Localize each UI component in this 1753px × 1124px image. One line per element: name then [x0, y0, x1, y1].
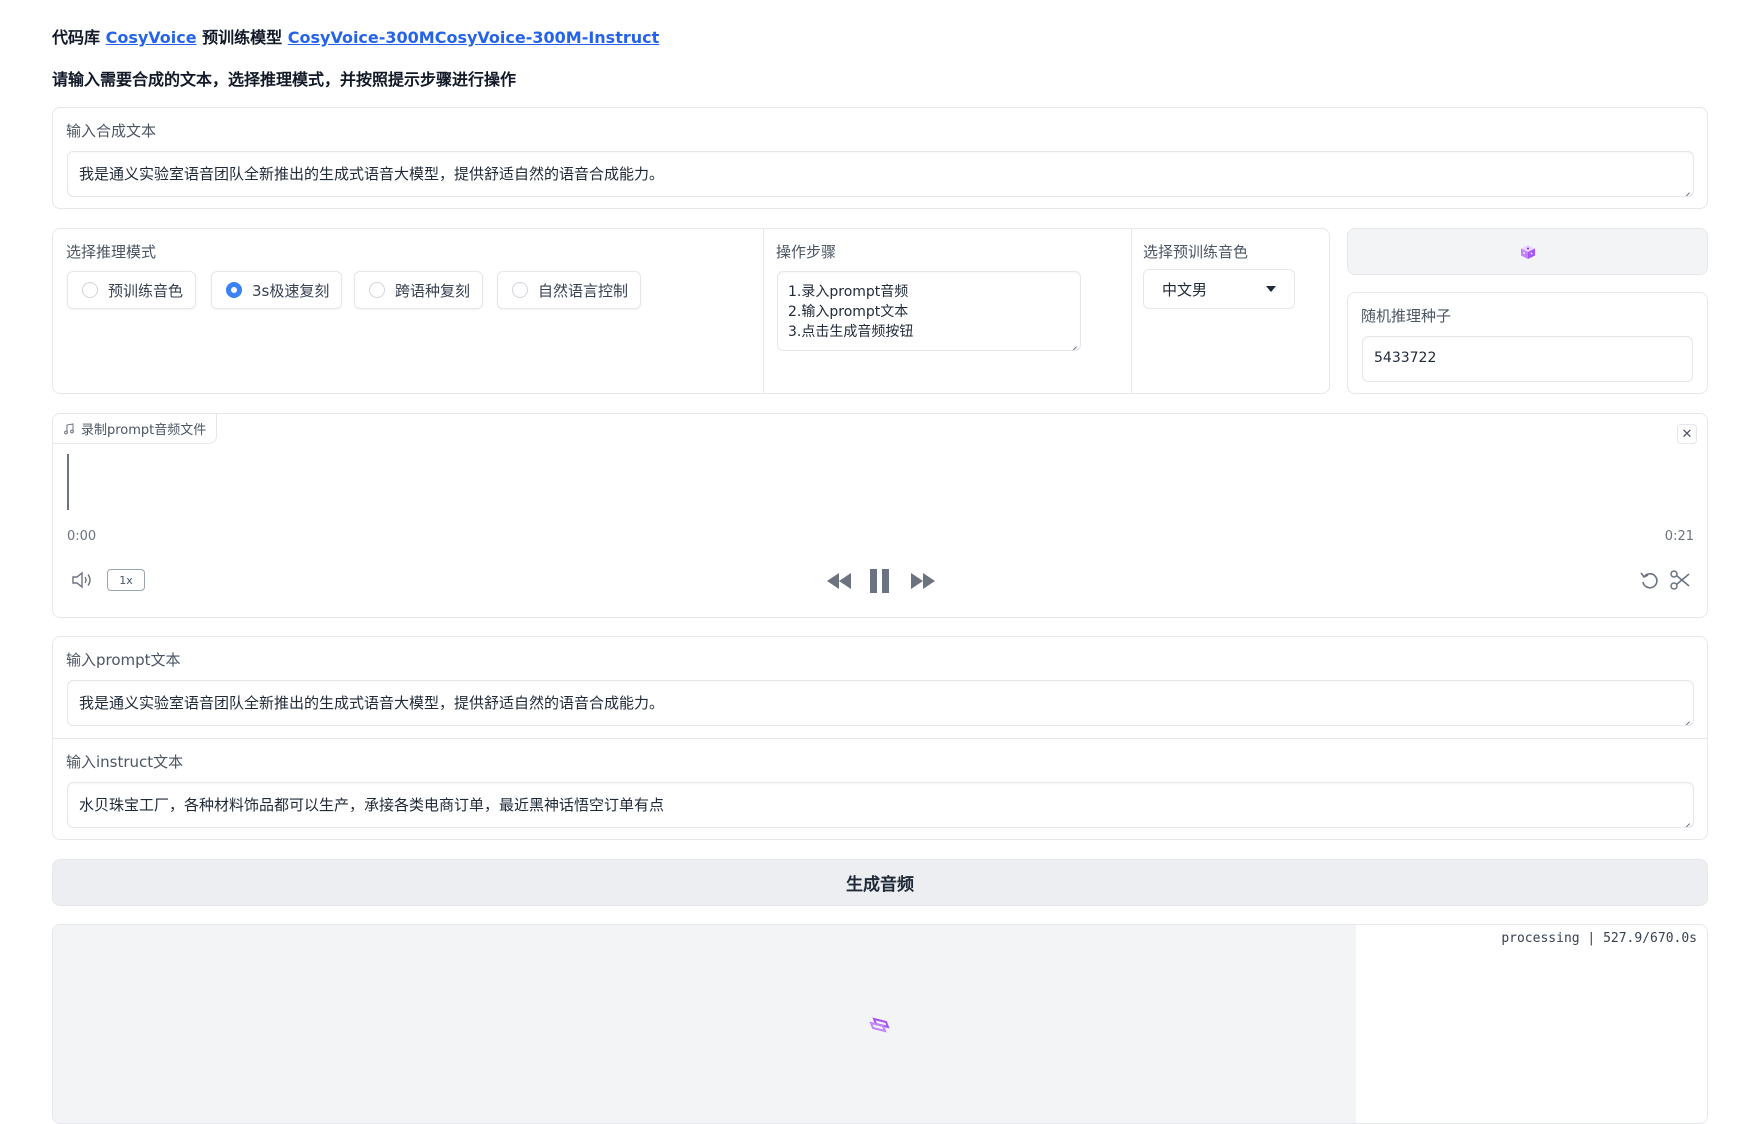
mode-option-label: 预训练音色	[108, 281, 184, 300]
radio-icon	[512, 282, 528, 298]
progress-fill	[53, 925, 1357, 1123]
instruct-text-value: 水贝珠宝工厂，各种材料饰品都可以生产，承接各类电商订单，最近黑神话悟空订单有点	[79, 796, 665, 814]
processing-status: processing | 527.9/670.0s	[1501, 931, 1697, 946]
fast-forward-icon[interactable]	[910, 572, 936, 590]
instruct-text-input[interactable]: 水贝珠宝工厂，各种材料饰品都可以生产，承接各类电商订单，最近黑神话悟空订单有点	[67, 782, 1694, 828]
voice-section: 选择预训练音色 中文男	[1131, 229, 1331, 393]
step-line: 1.录入prompt音频	[788, 284, 909, 300]
repo-header: 代码库 CosyVoice 预训练模型 CosyVoice-300MCosyVo…	[52, 24, 659, 48]
tts-text-label: 输入合成文本	[66, 122, 157, 140]
duration: 0:21	[1664, 529, 1694, 544]
close-icon: ✕	[1681, 426, 1693, 442]
radio-icon	[369, 282, 385, 298]
prompt-text-value: 我是通义实验室语音团队全新推出的生成式语音大模型，提供舒适自然的语音合成能力。	[79, 694, 665, 712]
prompt-instruct-panel: 输入prompt文本 我是通义实验室语音团队全新推出的生成式语音大模型，提供舒适…	[52, 636, 1708, 840]
seed-label: 随机推理种子	[1361, 307, 1452, 325]
loading-spinner-icon	[869, 1017, 890, 1033]
steps-section: 操作步骤 1.录入prompt音频 2.输入prompt文本 3.点击生成音频按…	[763, 229, 1132, 393]
instruct-text-label: 输入instruct文本	[66, 753, 184, 771]
mode-option-cross-lingual[interactable]: 跨语种复刻	[354, 271, 484, 309]
audio-label-text: 录制prompt音频文件	[81, 423, 207, 438]
voice-dropdown[interactable]: 中文男	[1143, 269, 1295, 309]
current-time: 0:00	[67, 529, 97, 544]
resize-handle-icon[interactable]	[1680, 712, 1690, 722]
steps-textarea[interactable]: 1.录入prompt音频 2.输入prompt文本 3.点击生成音频按钮	[777, 271, 1081, 351]
tts-text-value: 我是通义实验室语音团队全新推出的生成式语音大模型，提供舒适自然的语音合成能力。	[79, 165, 665, 183]
prompt-audio-panel: 录制prompt音频文件 ✕ 0:00 0:21 1x	[52, 413, 1708, 618]
rewind-icon[interactable]	[826, 572, 852, 590]
model-link-300m[interactable]: CosyVoice-300M	[288, 28, 435, 47]
steps-label: 操作步骤	[776, 243, 837, 261]
mode-option-pretrained[interactable]: 预训练音色	[67, 271, 197, 309]
section-divider	[53, 738, 1707, 739]
resize-handle-icon[interactable]	[1067, 337, 1077, 347]
chevron-down-icon	[1266, 286, 1276, 292]
header-text-2: 预训练模型	[196, 28, 288, 47]
mode-option-label: 自然语言控制	[538, 281, 629, 300]
mode-row-panel: 选择推理模式 预训练音色 3s极速复刻 跨语种复刻 自然语言控制 操作步骤 1.…	[52, 228, 1330, 394]
voice-label: 选择预训练音色	[1143, 243, 1249, 261]
step-line: 3.点击生成音频按钮	[788, 324, 914, 340]
mode-option-label: 3s极速复刻	[252, 281, 330, 300]
mode-option-instruct[interactable]: 自然语言控制	[497, 271, 642, 309]
voice-selected-value: 中文男	[1162, 280, 1208, 299]
step-line: 2.输入prompt文本	[788, 304, 909, 320]
seed-input[interactable]: 5433722	[1362, 336, 1693, 382]
cosyvoice-repo-link[interactable]: CosyVoice	[106, 28, 197, 47]
generate-audio-button[interactable]: 生成音频	[52, 859, 1708, 906]
audio-block-label: 录制prompt音频文件	[53, 414, 218, 444]
tts-text-panel: 输入合成文本 我是通义实验室语音团队全新推出的生成式语音大模型，提供舒适自然的语…	[52, 107, 1708, 209]
volume-icon[interactable]	[71, 570, 95, 590]
model-link-300m-instruct[interactable]: CosyVoice-300M-Instruct	[435, 28, 660, 47]
music-note-icon	[64, 422, 74, 434]
instruction-text: 请输入需要合成的文本，选择推理模式，并按照提示步骤进行操作	[52, 70, 517, 89]
mode-label: 选择推理模式	[66, 243, 157, 261]
seed-value: 5433722	[1374, 350, 1437, 366]
header-text-1: 代码库	[52, 28, 106, 47]
mode-option-label: 跨语种复刻	[395, 281, 471, 300]
dice-icon	[1520, 244, 1535, 259]
random-seed-button[interactable]	[1347, 228, 1708, 275]
resize-handle-icon[interactable]	[1680, 183, 1690, 193]
radio-icon	[82, 282, 98, 298]
radio-selected-icon	[226, 282, 242, 298]
mode-section: 选择推理模式 预训练音色 3s极速复刻 跨语种复刻 自然语言控制	[53, 229, 764, 393]
resize-handle-icon[interactable]	[1680, 814, 1690, 824]
prompt-text-label: 输入prompt文本	[66, 651, 181, 669]
tts-text-input[interactable]: 我是通义实验室语音团队全新推出的生成式语音大模型，提供舒适自然的语音合成能力。	[67, 151, 1694, 197]
waveform[interactable]	[67, 454, 1694, 510]
scissors-icon[interactable]	[1669, 569, 1691, 591]
prompt-text-input[interactable]: 我是通义实验室语音团队全新推出的生成式语音大模型，提供舒适自然的语音合成能力。	[67, 680, 1694, 726]
mode-option-3s-clone[interactable]: 3s极速复刻	[211, 271, 343, 309]
undo-icon[interactable]	[1639, 569, 1661, 591]
pause-icon[interactable]	[869, 568, 891, 594]
seed-panel: 随机推理种子 5433722	[1347, 292, 1708, 394]
playhead-cursor	[67, 454, 69, 510]
playback-speed-button[interactable]: 1x	[107, 569, 145, 591]
steps-box: 1.录入prompt音频 2.输入prompt文本 3.点击生成音频按钮	[777, 271, 1081, 351]
clear-audio-button[interactable]: ✕	[1677, 424, 1697, 444]
output-audio-panel: processing | 527.9/670.0s	[52, 924, 1708, 1124]
